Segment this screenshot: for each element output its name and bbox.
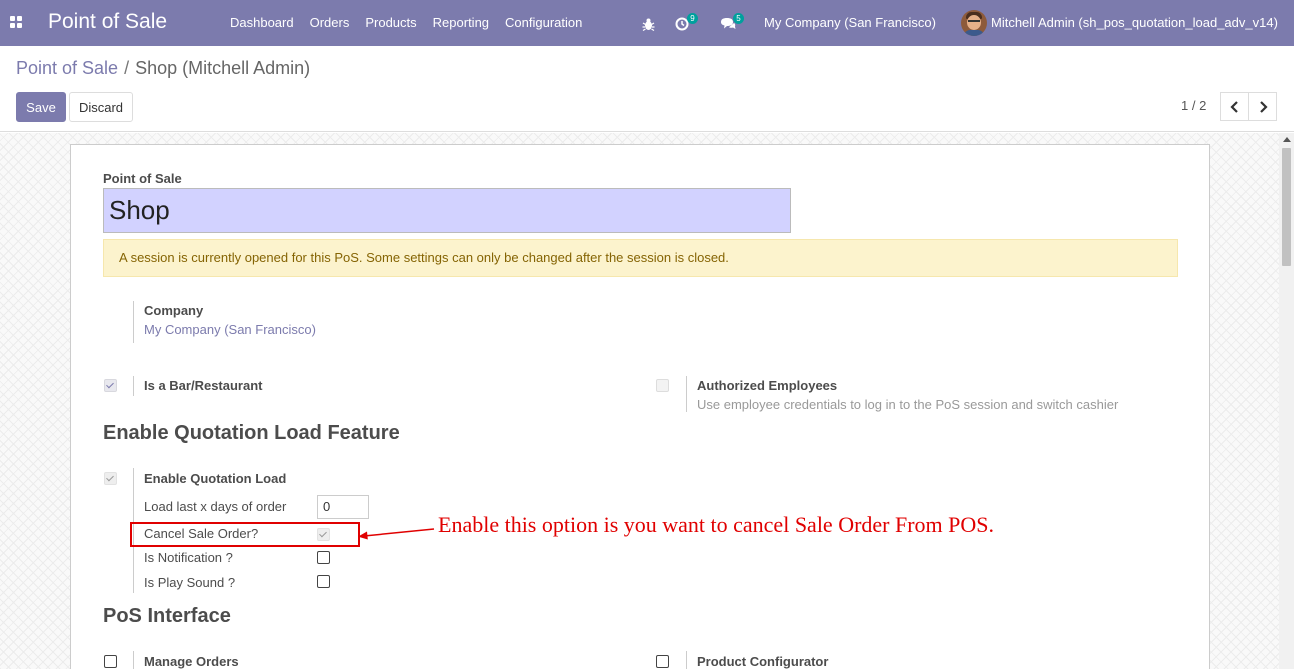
message-count-badge: 5 xyxy=(733,13,744,24)
authorized-employees-checkbox[interactable] xyxy=(656,379,669,392)
activity-count-badge: 9 xyxy=(687,13,698,24)
user-menu[interactable]: Mitchell Admin (sh_pos_quotation_load_ad… xyxy=(991,0,1278,46)
vertical-scrollbar[interactable] xyxy=(1279,133,1294,669)
divider xyxy=(686,651,687,669)
authorized-employees-label: Authorized Employees xyxy=(697,378,838,393)
apps-menu-icon[interactable] xyxy=(10,16,23,29)
pager-next-button[interactable] xyxy=(1248,92,1277,121)
app-title: Point of Sale xyxy=(48,10,168,33)
play-sound-label: Is Play Sound ? xyxy=(144,575,236,590)
quotation-section-title: Enable Quotation Load Feature xyxy=(103,422,400,444)
session-alert: A session is currently opened for this P… xyxy=(103,239,1178,277)
activity-clock-icon[interactable] xyxy=(675,0,689,46)
pager-value[interactable]: 1 / 2 xyxy=(1181,98,1206,113)
breadcrumb-current: Shop (Mitchell Admin) xyxy=(135,58,311,78)
product-configurator-checkbox[interactable] xyxy=(656,655,669,668)
enable-quotation-label: Enable Quotation Load xyxy=(144,471,287,486)
discard-button[interactable]: Discard xyxy=(69,92,133,122)
bar-restaurant-checkbox[interactable] xyxy=(104,379,117,392)
scroll-up-arrow-icon[interactable] xyxy=(1283,137,1291,142)
notification-label: Is Notification ? xyxy=(144,550,233,565)
enable-quotation-checkbox[interactable] xyxy=(104,472,117,485)
menu-item-configuration[interactable]: Configuration xyxy=(497,0,590,46)
play-sound-checkbox[interactable] xyxy=(317,575,330,588)
divider xyxy=(686,376,687,412)
notification-checkbox[interactable] xyxy=(317,551,330,564)
divider xyxy=(133,376,134,396)
pos-name-label: Point of Sale xyxy=(103,171,182,186)
manage-orders-checkbox[interactable] xyxy=(104,655,117,668)
scroll-thumb[interactable] xyxy=(1282,148,1291,266)
form-sheet: Point of Sale Shop A session is currentl… xyxy=(70,144,1210,669)
product-configurator-label: Product Configurator xyxy=(697,654,829,669)
control-panel: Point of Sale / Shop (Mitchell Admin) Save… xyxy=(0,46,1294,132)
annotation-callout: Enable this option is you want to cancel… xyxy=(438,512,995,537)
form-view: Point of Sale Shop A session is currentl… xyxy=(0,133,1294,669)
pos-name-input[interactable]: Shop xyxy=(103,188,791,233)
menu-item-reporting[interactable]: Reporting xyxy=(425,0,497,46)
menu-item-products[interactable]: Products xyxy=(357,0,424,46)
authorized-employees-help: Use employee credentials to log in to th… xyxy=(697,397,1119,412)
pager-previous-button[interactable] xyxy=(1220,92,1249,121)
cancel-sale-order-checkbox[interactable] xyxy=(317,528,330,541)
company-link[interactable]: My Company (San Francisco) xyxy=(144,322,316,337)
main-menu: Dashboard Orders Products Reporting Conf… xyxy=(222,0,590,46)
divider xyxy=(133,301,134,343)
annotation-arrow-icon xyxy=(358,528,435,540)
debug-bug-icon[interactable] xyxy=(642,0,655,46)
breadcrumb: Point of Sale / Shop (Mitchell Admin) xyxy=(16,58,310,79)
company-switcher[interactable]: My Company (San Francisco) xyxy=(764,0,936,46)
messages-chat-icon[interactable] xyxy=(720,0,736,46)
menu-item-orders[interactable]: Orders xyxy=(302,0,358,46)
bar-restaurant-label: Is a Bar/Restaurant xyxy=(144,378,263,393)
breadcrumb-parent-link[interactable]: Point of Sale xyxy=(16,58,118,78)
load-days-label: Load last x days of order xyxy=(144,499,287,514)
top-navbar: Point of Sale Dashboard Orders Products … xyxy=(0,0,1294,46)
divider xyxy=(133,651,134,669)
chevron-right-icon xyxy=(1260,101,1268,113)
cancel-sale-order-label: Cancel Sale Order? xyxy=(144,526,259,541)
pos-interface-section-title: PoS Interface xyxy=(103,605,231,627)
company-label: Company xyxy=(144,303,204,318)
user-avatar[interactable] xyxy=(961,10,987,36)
chevron-left-icon xyxy=(1230,101,1238,113)
load-days-input[interactable]: 0 xyxy=(317,495,369,519)
breadcrumb-separator: / xyxy=(124,58,130,78)
save-button[interactable]: Save xyxy=(16,92,66,122)
manage-orders-label: Manage Orders xyxy=(144,654,239,669)
menu-item-dashboard[interactable]: Dashboard xyxy=(222,0,302,46)
